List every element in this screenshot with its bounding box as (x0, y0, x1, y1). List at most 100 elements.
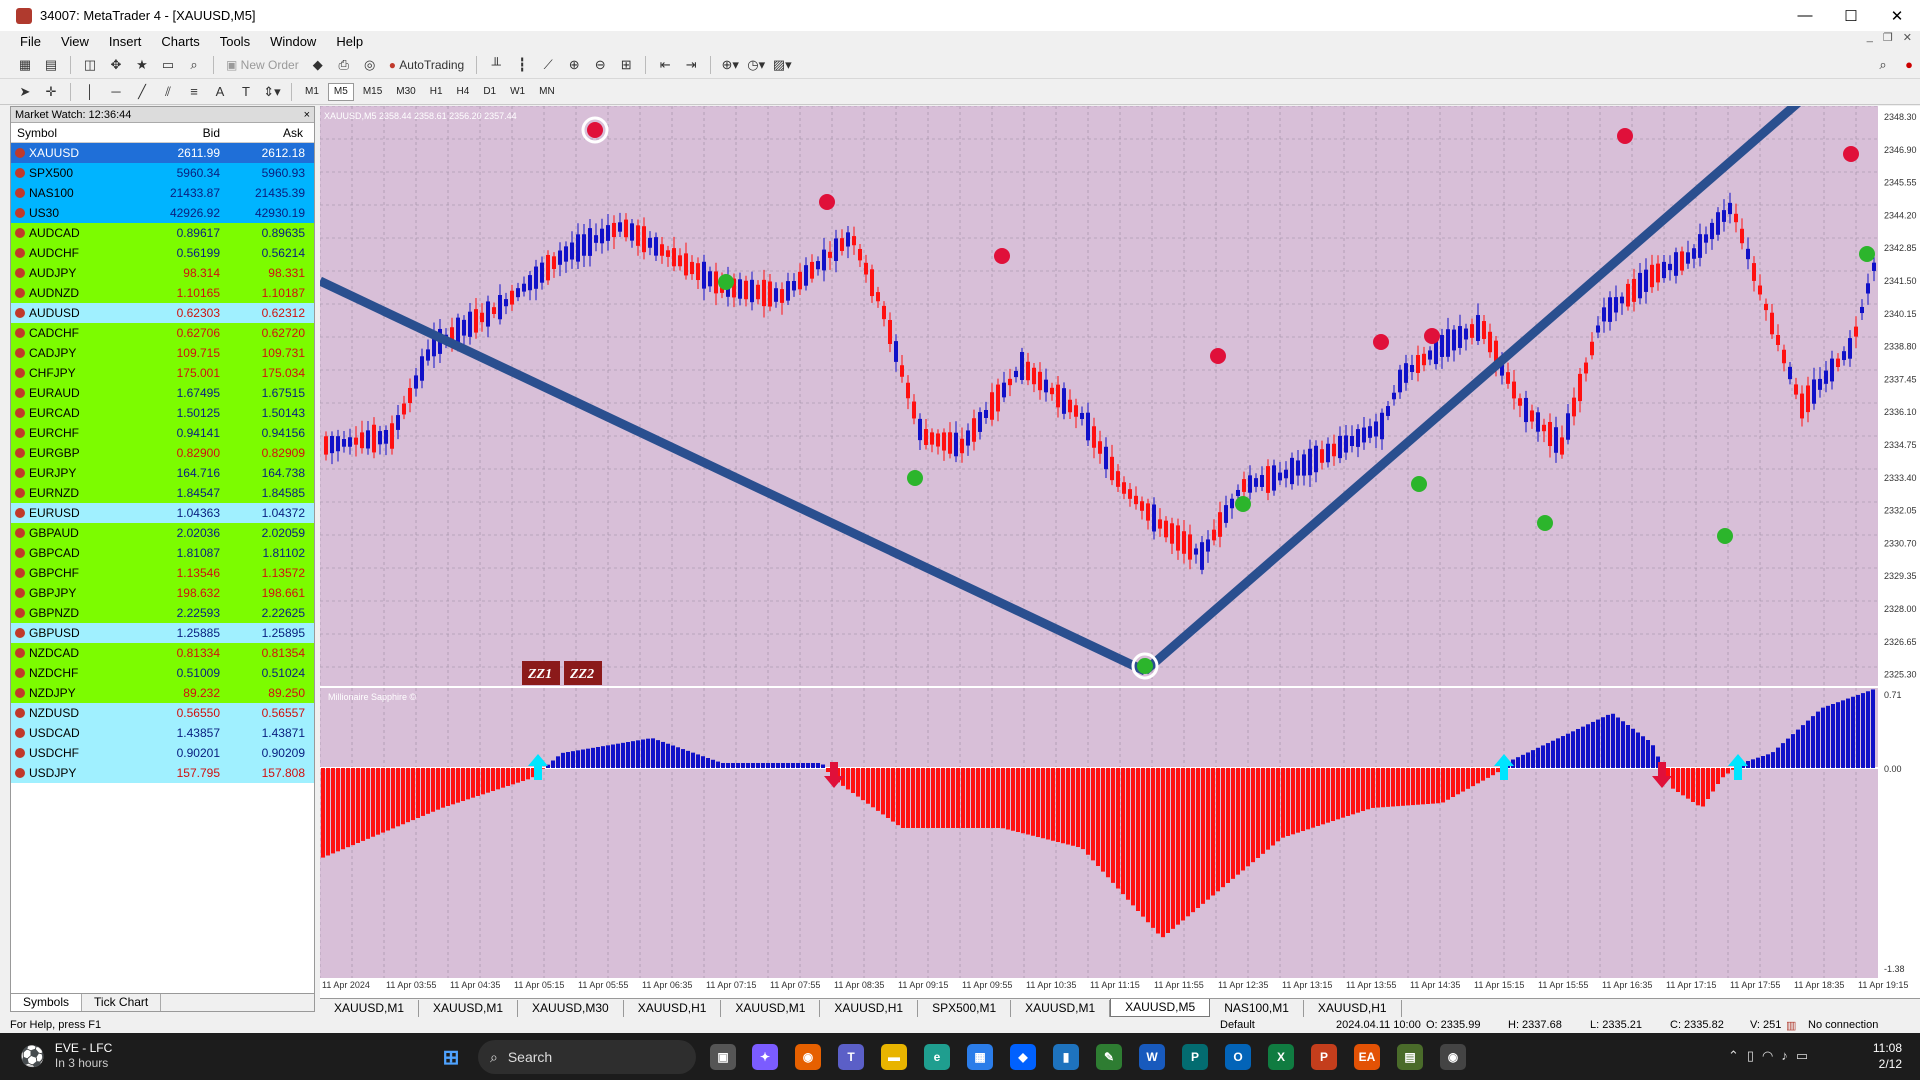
zoom-in-icon[interactable]: ⊕ (563, 55, 585, 75)
fibonacci-icon[interactable]: ≡ (183, 82, 205, 102)
market-watch-row[interactable]: USDJPY 157.795 157.808 (11, 763, 314, 783)
minimize-button[interactable]: — (1782, 0, 1828, 31)
print-icon[interactable]: ⎙ (333, 55, 355, 75)
chart-tab[interactable]: XAUUSD,M5 (1110, 999, 1211, 1017)
taskbar-search[interactable]: ⌕ Search (478, 1040, 696, 1074)
app-icon[interactable]: ▮ (1053, 1044, 1079, 1070)
chart-tab[interactable]: XAUUSD,H1 (624, 999, 722, 1017)
data-window-icon[interactable]: ✥ (105, 55, 127, 75)
notepad-app-icon[interactable]: ▤ (1397, 1044, 1423, 1070)
market-watch-row[interactable]: NZDJPY 89.232 89.250 (11, 683, 314, 703)
column-bid[interactable]: Bid (139, 126, 224, 140)
status-profile[interactable]: Default (1220, 1019, 1255, 1031)
autotrading-button[interactable]: ● AutoTrading (385, 55, 469, 75)
timeframe-h1[interactable]: H1 (425, 83, 448, 101)
timeframe-w1[interactable]: W1 (505, 83, 530, 101)
robinhood-icon[interactable]: ✎ (1096, 1044, 1122, 1070)
firefox-icon[interactable]: ◉ (795, 1044, 821, 1070)
periods-icon[interactable]: ◷▾ (745, 55, 767, 75)
menu-tools[interactable]: Tools (210, 34, 260, 49)
zoom-out-icon[interactable]: ⊖ (589, 55, 611, 75)
candlestick-icon[interactable]: ┇ (511, 55, 533, 75)
teams-icon[interactable]: T (838, 1044, 864, 1070)
maximize-button[interactable]: ☐ (1828, 0, 1874, 31)
market-watch-row[interactable]: NAS100 21433.87 21435.39 (11, 183, 314, 203)
chart-tab[interactable]: XAUUSD,H1 (820, 999, 919, 1017)
windows-start-icon[interactable]: ⊞ (438, 1044, 464, 1070)
market-watch-row[interactable]: EURJPY 164.716 164.738 (11, 463, 314, 483)
timeframe-d1[interactable]: D1 (478, 83, 501, 101)
timeframe-m30[interactable]: M30 (391, 83, 420, 101)
weather-widget[interactable]: ⚽ EVE - LFC In 3 hours (20, 1041, 112, 1071)
arrows-icon[interactable]: ⇕▾ (261, 82, 283, 102)
menu-insert[interactable]: Insert (99, 34, 152, 49)
market-watch-row[interactable]: EURCHF 0.94141 0.94156 (11, 423, 314, 443)
market-watch-row[interactable]: EURGBP 0.82900 0.82909 (11, 443, 314, 463)
chart-tab[interactable]: SPX500,M1 (918, 999, 1012, 1017)
menu-view[interactable]: View (51, 34, 99, 49)
market-watch-row[interactable]: GBPAUD 2.02036 2.02059 (11, 523, 314, 543)
mdi-restore-icon[interactable]: ❐ (1883, 31, 1893, 44)
copilot-icon[interactable]: ✦ (752, 1044, 778, 1070)
market-watch-close-icon[interactable]: × (304, 109, 310, 121)
status-connection[interactable]: No connection (1808, 1019, 1878, 1031)
chart-tab[interactable]: XAUUSD,M1 (721, 999, 821, 1017)
tab-symbols[interactable]: Symbols (11, 994, 83, 1011)
market-watch-row[interactable]: CADCHF 0.62706 0.62720 (11, 323, 314, 343)
column-ask[interactable]: Ask (224, 126, 309, 140)
menu-window[interactable]: Window (260, 34, 326, 49)
menu-file[interactable]: File (10, 34, 51, 49)
powerpoint-icon[interactable]: P (1311, 1044, 1337, 1070)
tile-windows-icon[interactable]: ⊞ (615, 55, 637, 75)
chart-shift-icon[interactable]: ⇥ (680, 55, 702, 75)
project-icon[interactable]: P (1182, 1044, 1208, 1070)
market-watch-row[interactable]: US30 42926.92 42930.19 (11, 203, 314, 223)
market-watch-row[interactable]: GBPUSD 1.25885 1.25895 (11, 623, 314, 643)
edge-icon[interactable]: e (924, 1044, 950, 1070)
market-watch-row[interactable]: EURNZD 1.84547 1.84585 (11, 483, 314, 503)
market-watch-row[interactable]: EURCAD 1.50125 1.50143 (11, 403, 314, 423)
auto-scroll-icon[interactable]: ⇤ (654, 55, 676, 75)
market-watch-row[interactable]: EURUSD 1.04363 1.04372 (11, 503, 314, 523)
market-watch-row[interactable]: EURAUD 1.67495 1.67515 (11, 383, 314, 403)
outlook-icon[interactable]: O (1225, 1044, 1251, 1070)
line-chart-icon[interactable]: ⟋ (537, 55, 559, 75)
market-watch-row[interactable]: USDCHF 0.90201 0.90209 (11, 743, 314, 763)
market-watch-row[interactable]: AUDNZD 1.10165 1.10187 (11, 283, 314, 303)
word-icon[interactable]: W (1139, 1044, 1165, 1070)
indicators-icon[interactable]: ⊕▾ (719, 55, 741, 75)
timeframe-h4[interactable]: H4 (452, 83, 475, 101)
store-icon[interactable]: ▦ (967, 1044, 993, 1070)
file-explorer-icon[interactable]: ▬ (881, 1044, 907, 1070)
market-watch-row[interactable]: NZDCAD 0.81334 0.81354 (11, 643, 314, 663)
excel-icon[interactable]: X (1268, 1044, 1294, 1070)
menu-charts[interactable]: Charts (151, 34, 209, 49)
chart-window[interactable]: 2348.30 2346.90 2345.55 2344.20 2342.85 2341.… (318, 97, 1920, 998)
horizontal-line-icon[interactable]: ─ (105, 82, 127, 102)
market-watch-row[interactable]: GBPCHF 1.13546 1.13572 (11, 563, 314, 583)
market-watch-row[interactable]: AUDJPY 98.314 98.331 (11, 263, 314, 283)
chart-tab[interactable]: XAUUSD,H1 (1304, 999, 1402, 1017)
equidistant-channel-icon[interactable]: ⫽ (157, 82, 179, 102)
tab-tick-chart[interactable]: Tick Chart (82, 994, 162, 1011)
chart-tab[interactable]: XAUUSD,M1 (1011, 999, 1111, 1017)
text-icon[interactable]: A (209, 82, 231, 102)
chart-tab[interactable]: XAUUSD,M1 (320, 999, 420, 1017)
notifications-icon[interactable]: ● (1898, 55, 1920, 75)
bar-chart-icon[interactable]: ╨ (485, 55, 507, 75)
market-watch-icon[interactable]: ◫ (79, 55, 101, 75)
market-watch-row[interactable]: GBPNZD 2.22593 2.22625 (11, 603, 314, 623)
price-chart[interactable]: 2348.30 2346.90 2345.55 2344.20 2342.85 2341.… (318, 97, 1920, 998)
market-watch-row[interactable]: CADJPY 109.715 109.731 (11, 343, 314, 363)
market-watch-row[interactable]: AUDUSD 0.62303 0.62312 (11, 303, 314, 323)
mdi-close-icon[interactable]: ✕ (1903, 31, 1912, 44)
dropbox-icon[interactable]: ◆ (1010, 1044, 1036, 1070)
task-view-icon[interactable]: ▣ (710, 1044, 736, 1070)
signal-icon[interactable]: ◎ (359, 55, 381, 75)
ea-app-icon[interactable]: EA (1354, 1044, 1380, 1070)
timeframe-mn[interactable]: MN (534, 83, 560, 101)
mdi-minimize-icon[interactable]: _ (1867, 31, 1873, 44)
text-label-icon[interactable]: T (235, 82, 257, 102)
chart-tab[interactable]: XAUUSD,M1 (419, 999, 519, 1017)
market-watch-row[interactable]: XAUUSD 2611.99 2612.18 (11, 143, 314, 163)
